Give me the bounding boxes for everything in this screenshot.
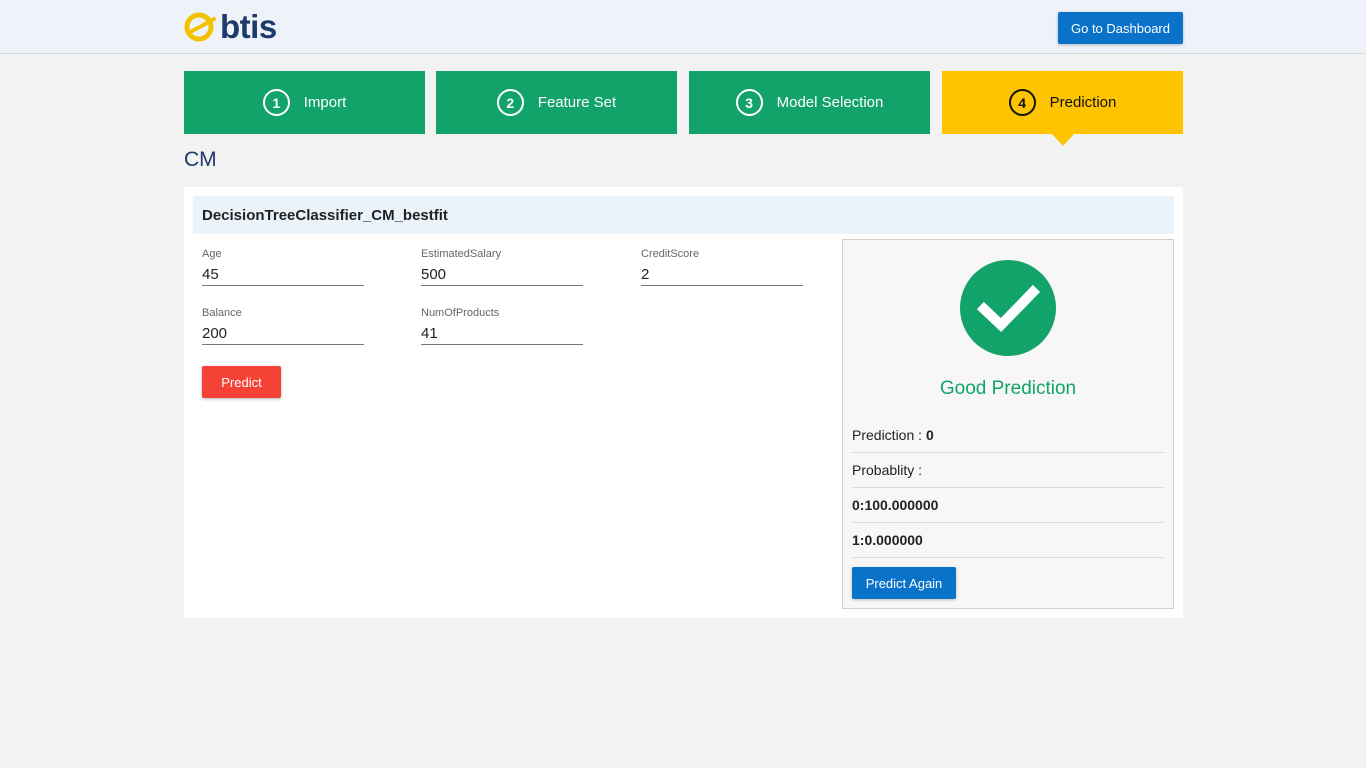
step-feature-set[interactable]: 2 Feature Set — [436, 71, 677, 134]
credit-score-input[interactable] — [641, 264, 803, 286]
step-label: Import — [303, 94, 347, 111]
model-name-header: DecisionTreeClassifier_CM_bestfit — [193, 196, 1174, 234]
step-label: Feature Set — [537, 94, 617, 111]
num-of-products-input[interactable] — [421, 323, 583, 345]
predict-button[interactable]: Predict — [202, 366, 281, 398]
predict-again-button[interactable]: Predict Again — [852, 567, 956, 599]
balance-input[interactable] — [202, 323, 364, 345]
estimated-salary-field: EstimatedSalary — [421, 248, 583, 286]
probability-label: Probablity : — [852, 462, 923, 478]
field-label: Balance — [202, 307, 242, 319]
step-prediction[interactable]: 4 Prediction — [942, 71, 1183, 146]
step-number: 2 — [496, 89, 524, 116]
credit-score-field: CreditScore — [641, 248, 803, 286]
num-of-products-field: NumOfProducts — [421, 307, 583, 345]
top-bar: btis Go to Dashboard — [0, 0, 1366, 54]
logo-text: btis — [220, 8, 277, 45]
page-title: CM — [184, 148, 217, 171]
estimated-salary-input[interactable] — [421, 264, 583, 286]
probability-class-1: 1:0.000000 — [852, 523, 1164, 558]
result-status: Good Prediction — [939, 378, 1077, 399]
step-import[interactable]: 1 Import — [184, 71, 425, 134]
age-field: Age — [202, 248, 364, 286]
step-number: 4 — [1008, 89, 1036, 116]
step-model-selection[interactable]: 3 Model Selection — [689, 71, 930, 134]
prediction-label: Prediction : — [852, 427, 923, 443]
field-label: CreditScore — [641, 248, 700, 260]
prediction-value: 0 — [926, 427, 934, 443]
result-panel: Good Prediction Prediction : 0 Probablit… — [842, 239, 1174, 609]
check-circle-icon — [960, 260, 1056, 356]
balance-field: Balance — [202, 307, 364, 345]
prediction-card: DecisionTreeClassifier_CM_bestfit Age Es… — [184, 187, 1183, 618]
logo-ring-icon — [184, 12, 216, 42]
wizard-steps: 1 Import 2 Feature Set 3 Model Selection… — [184, 71, 1183, 146]
prediction-row: Prediction : 0 — [852, 418, 1164, 453]
step-label: Prediction — [1049, 94, 1117, 111]
step-label: Model Selection — [776, 94, 884, 111]
probability-class-0: 0:100.000000 — [852, 488, 1164, 523]
btis-logo[interactable]: btis — [184, 10, 277, 44]
field-label: Age — [202, 248, 222, 260]
field-label: NumOfProducts — [421, 307, 500, 319]
go-to-dashboard-button[interactable]: Go to Dashboard — [1058, 12, 1183, 44]
step-number: 1 — [262, 89, 290, 116]
step-number: 3 — [735, 89, 763, 116]
probability-row: Probablity : — [852, 453, 1164, 488]
field-label: EstimatedSalary — [421, 248, 502, 260]
age-input[interactable] — [202, 264, 364, 286]
